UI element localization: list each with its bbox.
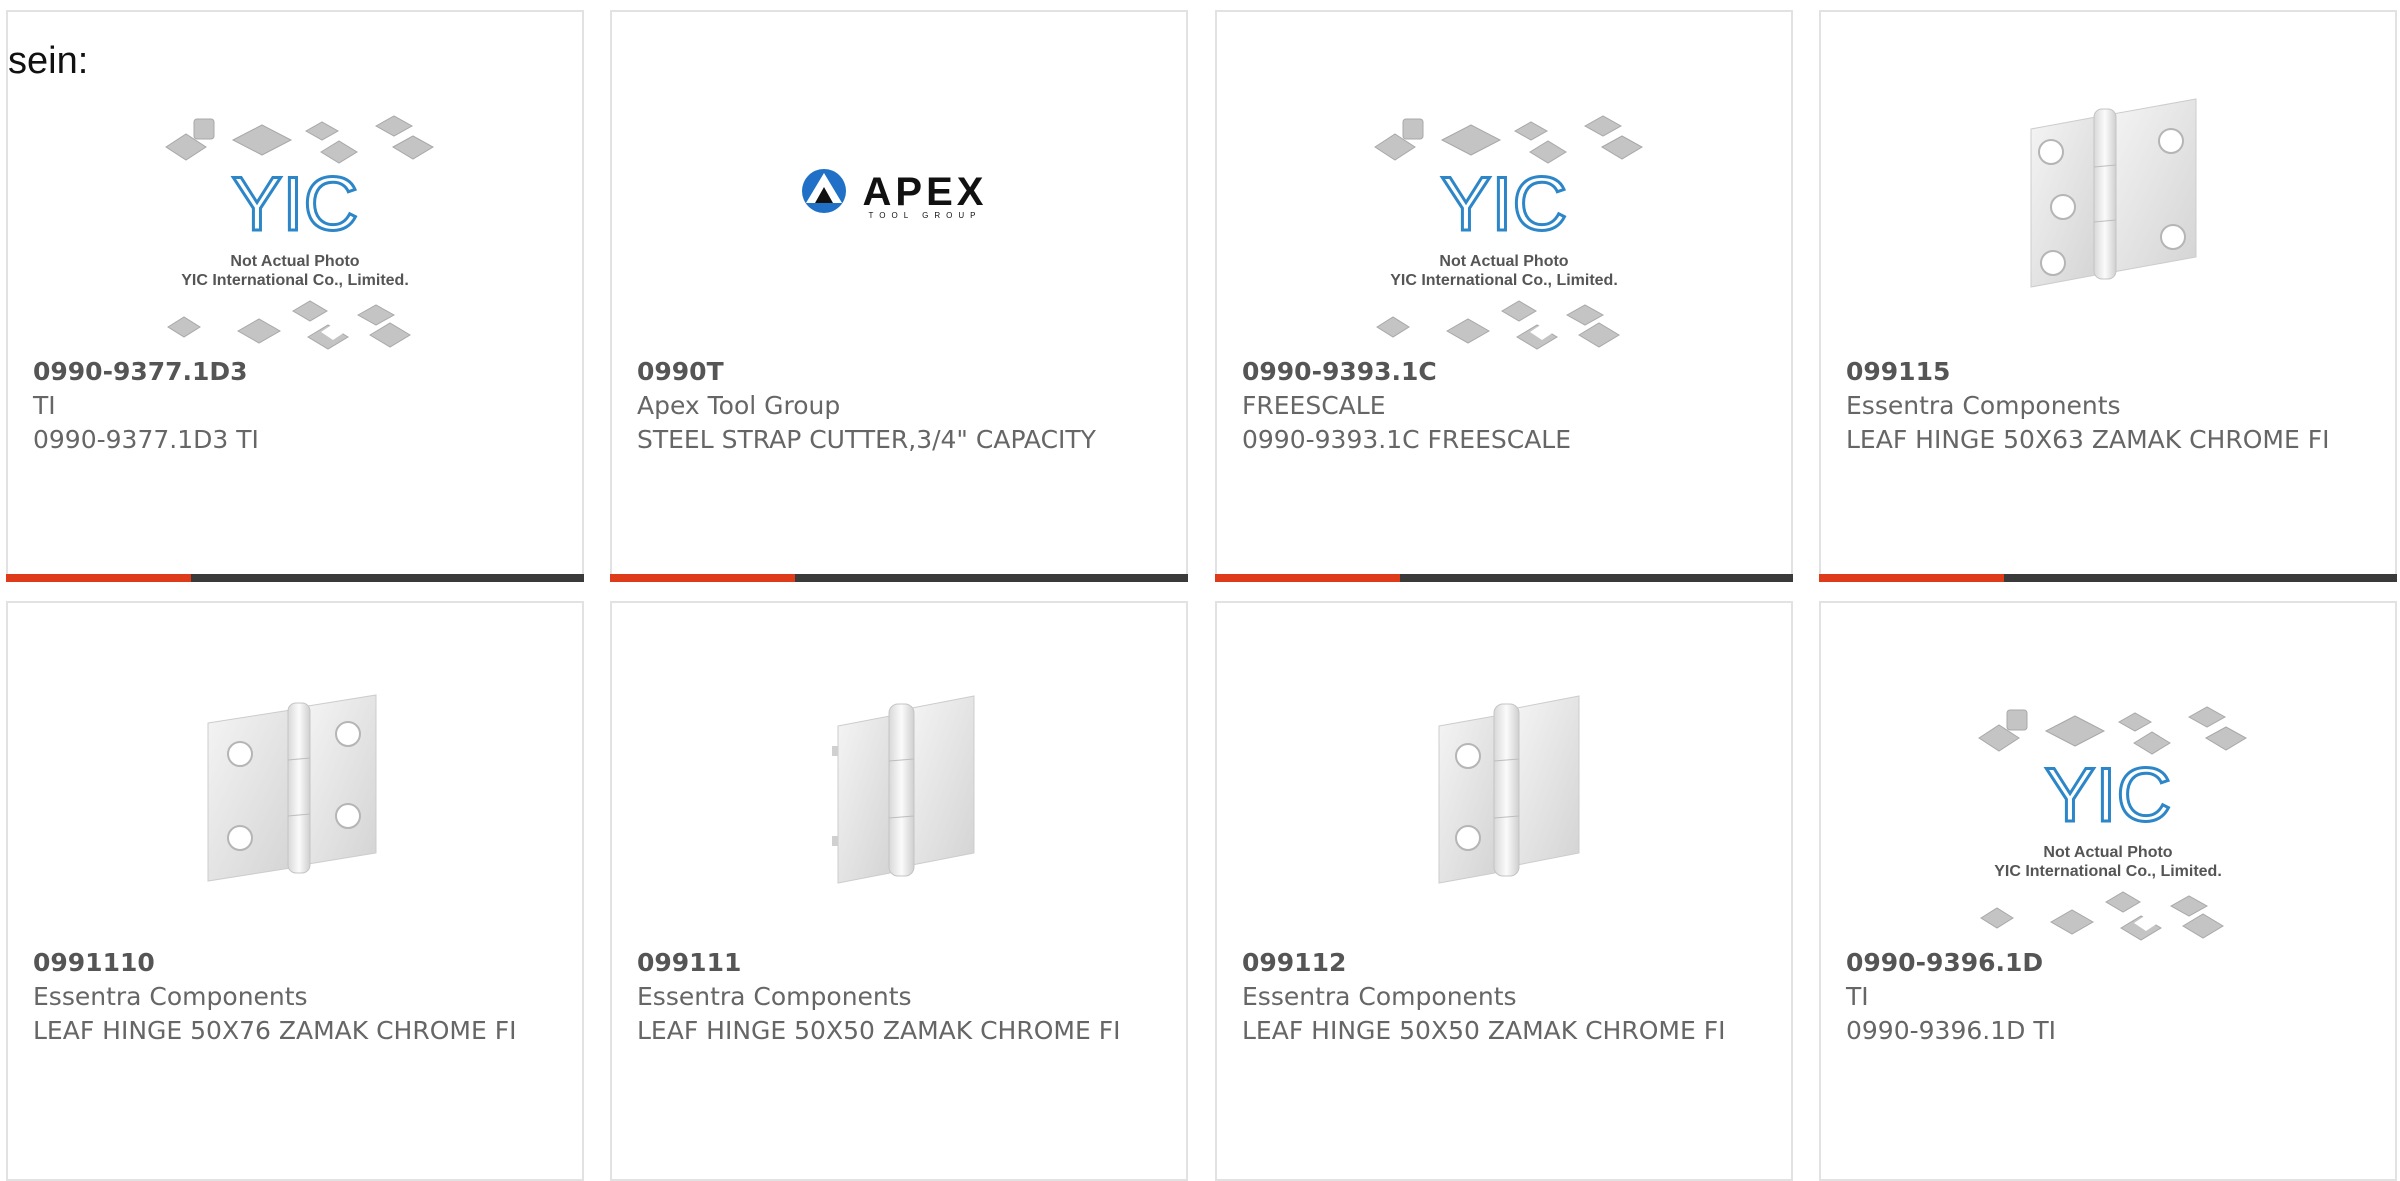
product-info: 0990-9396.1D TI 0990-9396.1D TI bbox=[1846, 946, 2366, 1048]
lead-text: sein: bbox=[8, 40, 89, 82]
part-number-link[interactable]: 0991110 bbox=[33, 946, 553, 980]
svg-text:Not Actual Photo: Not Actual Photo bbox=[2043, 844, 2172, 861]
product-image[interactable]: YIC Not Actual Photo YIC International C… bbox=[1217, 37, 1791, 357]
manufacturer: Apex Tool Group bbox=[637, 391, 841, 420]
svg-text:YIC International Co., Limited: YIC International Co., Limited. bbox=[1390, 272, 1618, 289]
svg-text:APEX: APEX bbox=[863, 170, 988, 214]
accent-segment bbox=[1215, 574, 1400, 582]
hinge-photo-image bbox=[832, 695, 975, 884]
manufacturer: TI bbox=[1846, 982, 1869, 1011]
product-card[interactable]: 099115 Essentra Components LEAF HINGE 50… bbox=[1819, 10, 2397, 582]
product-card[interactable]: 099112 Essentra Components LEAF HINGE 50… bbox=[1215, 601, 1793, 1181]
product-grid: YIC Not Actual Photo YIC International C… bbox=[0, 0, 2400, 1181]
accent-bar bbox=[610, 574, 1188, 582]
product-image[interactable]: APEX TOOL GROUP bbox=[612, 37, 1186, 357]
description: 0990-9377.1D3 TI bbox=[33, 425, 259, 454]
product-info: 0990T Apex Tool Group STEEL STRAP CUTTER… bbox=[637, 355, 1157, 457]
manufacturer: Essentra Components bbox=[637, 982, 912, 1011]
description: STEEL STRAP CUTTER,3/4" CAPACITY bbox=[637, 425, 1096, 454]
part-number-link[interactable]: 099111 bbox=[637, 946, 1157, 980]
manufacturer: Essentra Components bbox=[1846, 391, 2121, 420]
yic-placeholder-image: YIC Not Actual Photo YIC International C… bbox=[1978, 706, 2248, 941]
accent-segment bbox=[610, 574, 795, 582]
hinge-photo-image bbox=[2030, 98, 2197, 288]
apex-logo-image: APEX TOOL GROUP bbox=[802, 169, 988, 220]
accent-bar bbox=[1215, 574, 1793, 582]
product-card[interactable]: YIC Not Actual Photo YIC International C… bbox=[1819, 601, 2397, 1181]
product-image[interactable] bbox=[1821, 37, 2395, 357]
yic-placeholder-image: YIC Not Actual Photo YIC International C… bbox=[1374, 115, 1644, 350]
accent-bar bbox=[6, 574, 584, 582]
part-number-link[interactable]: 0990T bbox=[637, 355, 1157, 389]
product-info: 099112 Essentra Components LEAF HINGE 50… bbox=[1242, 946, 1762, 1048]
svg-text:YIC International Co., Limited: YIC International Co., Limited. bbox=[181, 272, 409, 289]
description: LEAF HINGE 50X76 ZAMAK CHROME FI bbox=[33, 1016, 517, 1045]
part-number-link[interactable]: 099115 bbox=[1846, 355, 2366, 389]
hinge-photo-image bbox=[1438, 695, 1580, 884]
part-number-link[interactable]: 099112 bbox=[1242, 946, 1762, 980]
description: LEAF HINGE 50X63 ZAMAK CHROME FI bbox=[1846, 425, 2330, 454]
description: LEAF HINGE 50X50 ZAMAK CHROME FI bbox=[1242, 1016, 1726, 1045]
product-info: 099115 Essentra Components LEAF HINGE 50… bbox=[1846, 355, 2366, 457]
product-image[interactable]: YIC Not Actual Photo YIC International C… bbox=[8, 37, 582, 357]
part-number-link[interactable]: 0990-9377.1D3 bbox=[33, 355, 553, 389]
svg-text:YIC: YIC bbox=[2045, 753, 2172, 838]
product-image[interactable] bbox=[612, 628, 1186, 948]
manufacturer: TI bbox=[33, 391, 56, 420]
yic-placeholder-image: YIC Not Actual Photo YIC International C… bbox=[165, 115, 435, 350]
svg-text:Not Actual Photo: Not Actual Photo bbox=[230, 253, 359, 270]
product-image[interactable] bbox=[8, 628, 582, 948]
svg-text:YIC: YIC bbox=[232, 162, 359, 247]
description: 0990-9393.1C FREESCALE bbox=[1242, 425, 1572, 454]
description: LEAF HINGE 50X50 ZAMAK CHROME FI bbox=[637, 1016, 1121, 1045]
accent-segment bbox=[1819, 574, 2004, 582]
product-info: 0990-9393.1C FREESCALE 0990-9393.1C FREE… bbox=[1242, 355, 1762, 457]
manufacturer: Essentra Components bbox=[1242, 982, 1517, 1011]
product-image[interactable] bbox=[1217, 628, 1791, 948]
part-number-link[interactable]: 0990-9393.1C bbox=[1242, 355, 1762, 389]
hinge-photo-image bbox=[207, 694, 377, 882]
svg-text:TOOL GROUP: TOOL GROUP bbox=[869, 211, 982, 220]
product-info: 0990-9377.1D3 TI 0990-9377.1D3 TI bbox=[33, 355, 553, 457]
svg-text:Not Actual Photo: Not Actual Photo bbox=[1439, 253, 1568, 270]
product-info: 099111 Essentra Components LEAF HINGE 50… bbox=[637, 946, 1157, 1048]
product-image[interactable]: YIC Not Actual Photo YIC International C… bbox=[1821, 628, 2395, 948]
product-info: 0991110 Essentra Components LEAF HINGE 5… bbox=[33, 946, 553, 1048]
svg-text:YIC International Co., Limited: YIC International Co., Limited. bbox=[1994, 863, 2222, 880]
product-card[interactable]: APEX TOOL GROUP 0990T Apex Tool Group ST… bbox=[610, 10, 1188, 582]
product-card[interactable]: YIC Not Actual Photo YIC International C… bbox=[6, 10, 584, 582]
product-card[interactable]: YIC Not Actual Photo YIC International C… bbox=[1215, 10, 1793, 582]
manufacturer: Essentra Components bbox=[33, 982, 308, 1011]
description: 0990-9396.1D TI bbox=[1846, 1016, 2056, 1045]
accent-bar bbox=[1819, 574, 2397, 582]
product-card[interactable]: 0991110 Essentra Components LEAF HINGE 5… bbox=[6, 601, 584, 1181]
part-number-link[interactable]: 0990-9396.1D bbox=[1846, 946, 2366, 980]
manufacturer: FREESCALE bbox=[1242, 391, 1386, 420]
accent-segment bbox=[6, 574, 191, 582]
svg-text:YIC: YIC bbox=[1441, 162, 1568, 247]
product-card[interactable]: 099111 Essentra Components LEAF HINGE 50… bbox=[610, 601, 1188, 1181]
